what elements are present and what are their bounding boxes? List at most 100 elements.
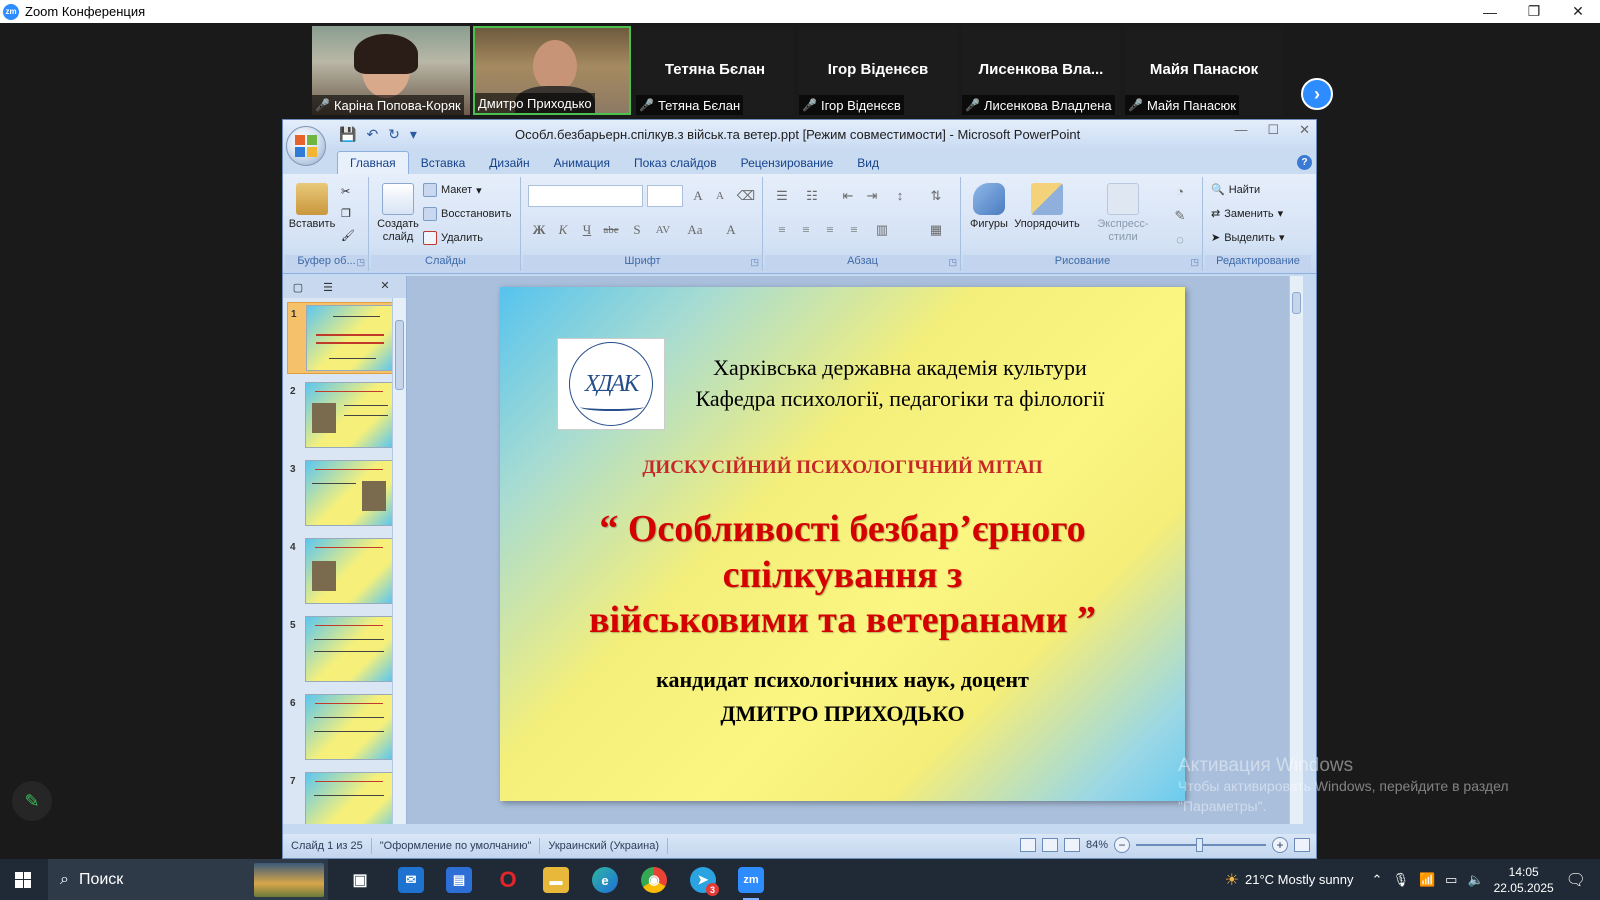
telegram-icon[interactable]: ➤ 3 [690,867,719,896]
grow-font-icon[interactable]: A [687,185,709,207]
zoom-in-icon[interactable]: + [1272,837,1288,853]
network-icon[interactable]: 📶 [1419,872,1435,888]
slide-thumbnail[interactable]: 1 [287,302,395,374]
slide-thumbnail[interactable]: 6 [287,692,395,764]
shape-effects-icon[interactable]: ◌ [1169,229,1191,251]
ppt-maximize-button[interactable]: ☐ [1267,122,1279,138]
redo-icon[interactable]: ↻ [388,126,400,143]
columns-icon[interactable]: ▥ [871,219,893,241]
opera-icon[interactable]: O [495,867,521,893]
language-indicator[interactable]: Украинский (Украина) [540,838,668,854]
tab-outline-icon[interactable]: ☰ [313,281,343,294]
shape-outline-icon[interactable]: ✎ [1169,205,1191,227]
replace-button[interactable]: ⇄ Заменить ▾ [1211,207,1283,221]
slide-thumbnail[interactable]: 5 [287,614,395,686]
reset-button[interactable]: Восстановить [423,207,511,221]
microphone-icon[interactable]: 🎙 [1392,872,1409,888]
format-painter-icon[interactable]: 🖌 [341,229,355,242]
zoom-out-icon[interactable]: − [1114,837,1130,853]
tab-view[interactable]: Вид [845,152,891,174]
dialog-launcher-icon[interactable]: ◳ [750,257,759,268]
battery-icon[interactable]: ▭ [1445,872,1457,888]
ppt-minimize-button[interactable]: — [1234,122,1247,138]
font-size-combo[interactable] [647,185,683,207]
restore-button[interactable]: ❐ [1512,0,1556,23]
zoom-level[interactable]: 84% [1086,839,1108,851]
close-pane-icon[interactable]: ✕ [370,279,400,292]
taskbar-clock[interactable]: 14:05 22.05.2025 [1494,864,1554,896]
mail-icon[interactable]: ✉ [398,867,424,893]
participant-tile[interactable]: Тетяна Бєлан 🎤 Тетяна Бєлан [636,26,794,115]
tab-home[interactable]: Главная [337,151,409,174]
normal-view-icon[interactable] [1019,838,1036,852]
slideshow-view-icon[interactable] [1063,838,1080,852]
zoom-slider[interactable] [1136,838,1266,852]
tab-design[interactable]: Дизайн [477,152,541,174]
copy-icon[interactable]: ❐ [341,207,351,220]
fit-to-window-icon[interactable] [1294,838,1310,852]
align-center-icon[interactable]: ≡ [795,219,817,241]
slide-thumbnail[interactable]: 3 [287,458,395,530]
customize-qat-icon[interactable]: ▾ [410,126,417,143]
clear-format-icon[interactable]: ⌫ [735,185,757,207]
annotate-pen-icon[interactable]: ✎ [12,781,52,821]
slide-thumbnail[interactable]: 2 [287,380,395,452]
next-participants-arrow-icon[interactable]: › [1301,78,1333,110]
participant-tile[interactable]: Лисенкова Вла... 🎤 Лисенкова Владлена [962,26,1120,115]
slides-pane-scrollbar[interactable] [392,298,406,824]
help-icon[interactable]: ? [1297,155,1312,170]
minimize-button[interactable]: — [1468,0,1512,23]
quick-styles-button[interactable]: Экспресс-стили [1083,183,1163,244]
close-button[interactable]: ✕ [1556,0,1600,23]
line-spacing-icon[interactable]: ↕ [889,185,911,207]
participant-tile-video[interactable]: 🎤 Каріна Попова-Коряк [312,26,470,115]
delete-slide-button[interactable]: Удалить [423,231,483,245]
font-color-button[interactable]: A [720,219,742,241]
slide-thumbnail[interactable]: 4 [287,536,395,608]
justify-icon[interactable]: ≡ [843,219,865,241]
new-slide-button[interactable]: Создать слайд [375,183,421,244]
slide-sorter-view-icon[interactable] [1041,838,1058,852]
file-explorer-icon[interactable]: ▬ [543,867,569,893]
edge-icon[interactable]: e [592,867,618,893]
decrease-indent-icon[interactable]: ⇤ [837,185,859,207]
undo-icon[interactable]: ↶ [366,126,378,143]
underline-button[interactable]: Ч [576,219,598,241]
scroll-thumb[interactable] [395,320,404,390]
arrange-button[interactable]: Упорядочить [1014,183,1080,231]
shape-fill-icon[interactable]: ◔ [1169,181,1191,203]
layout-button[interactable]: Макет ▾ [423,183,482,197]
ppt-close-button[interactable]: ✕ [1299,122,1310,138]
find-button[interactable]: 🔍 Найти [1211,183,1260,197]
tab-slides-icon[interactable]: ▢ [283,281,313,294]
zoom-slider-knob[interactable] [1196,838,1203,852]
save-icon[interactable]: 💾 [339,126,356,143]
change-case-button[interactable]: Aa [684,219,706,241]
select-button[interactable]: ➤ Выделить ▾ [1211,231,1285,245]
bold-button[interactable]: Ж [528,219,550,241]
tab-insert[interactable]: Вставка [409,152,478,174]
dialog-launcher-icon[interactable]: ◳ [356,257,365,268]
slide-canvas[interactable]: ХДАК Харківська державна академія культу… [500,287,1185,801]
scroll-thumb[interactable] [1292,292,1301,314]
shrink-font-icon[interactable]: A [709,185,731,207]
participant-tile[interactable]: Ігор Віденєєв 🎤 Ігор Віденєєв [799,26,957,115]
dialog-launcher-icon[interactable]: ◳ [1190,257,1199,268]
tab-review[interactable]: Рецензирование [729,152,846,174]
tray-overflow-icon[interactable]: ⌃ [1372,872,1383,888]
chrome-icon[interactable]: ◉ [641,867,667,893]
italic-button[interactable]: К [552,219,574,241]
bullets-icon[interactable]: ☰ [771,185,793,207]
participant-tile[interactable]: Майя Панасюк 🎤 Майя Панасюк [1125,26,1283,115]
taskbar-search-box[interactable]: ⌕ Поиск [48,859,328,900]
align-right-icon[interactable]: ≡ [819,219,841,241]
store-icon[interactable]: ▤ [446,867,472,893]
smartart-icon[interactable]: ▦ [925,219,947,241]
align-left-icon[interactable]: ≡ [771,219,793,241]
volume-icon[interactable]: 🔈 [1467,872,1483,888]
increase-indent-icon[interactable]: ⇥ [861,185,883,207]
strikethrough-button[interactable]: abe [600,219,622,241]
shapes-button[interactable]: Фигуры [967,183,1011,231]
weather-icon[interactable]: ☀ [1225,870,1239,890]
tab-animation[interactable]: Анимация [542,152,622,174]
